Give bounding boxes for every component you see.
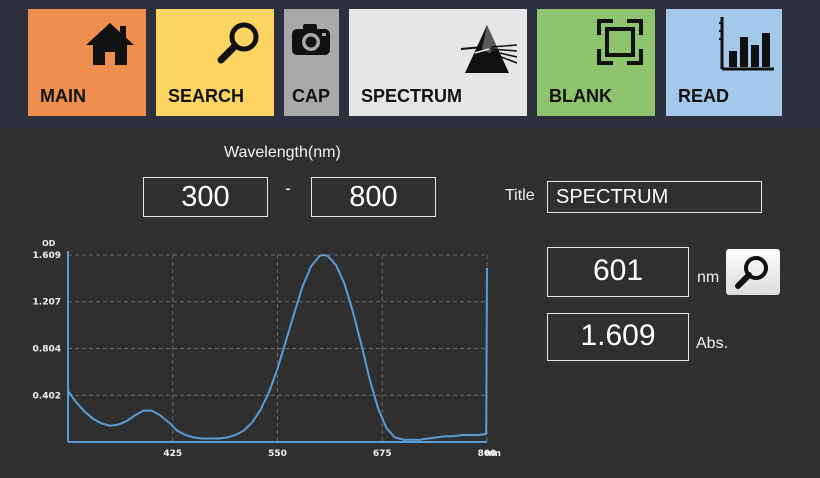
home-icon [86, 23, 134, 65]
nm-unit-label: nm [697, 269, 720, 286]
bar-chart-icon [719, 17, 774, 71]
title-label: Title [505, 187, 535, 204]
blank-button-label: BLANK [549, 86, 612, 106]
y-tick-label: 1.207 [33, 298, 61, 308]
cap-button[interactable]: CAP [284, 9, 339, 116]
spectrum-button[interactable]: SPECTRUM [349, 9, 527, 116]
y-tick-label: 1.609 [33, 251, 61, 261]
wavelength-heading: Wavelength(nm) [224, 144, 341, 161]
absorbance-readout-field: 1.609 [547, 313, 689, 361]
search-button[interactable]: SEARCH [156, 9, 274, 116]
x-axis-label: nm [485, 449, 501, 459]
read-button-label: READ [678, 86, 730, 106]
spectrum-button-label: SPECTRUM [361, 86, 463, 106]
main-button-label: MAIN [40, 86, 86, 106]
search-button-label: SEARCH [168, 86, 245, 106]
x-tick-label: 550 [268, 449, 287, 459]
y-tick-label: 0.804 [33, 345, 61, 355]
wavelength-separator: - [285, 178, 291, 198]
x-tick-label: 675 [373, 449, 392, 459]
wavelength-end-field[interactable]: 800 [311, 177, 436, 217]
find-wavelength-button[interactable] [726, 249, 780, 295]
x-tick-label: 425 [163, 449, 182, 459]
magnifier-icon [217, 22, 259, 64]
frame-corners-icon [597, 19, 643, 65]
read-button[interactable]: READ [666, 9, 782, 116]
wavelength-readout-field[interactable]: 601 [547, 247, 689, 297]
title-field[interactable]: SPECTRUM [547, 181, 762, 213]
y-tick-label: 0.402 [33, 391, 61, 401]
blank-button[interactable]: BLANK [537, 9, 655, 116]
abs-unit-label: Abs. [696, 335, 729, 352]
top-navigation-bar: MAIN SEARCH CAP SPECTRUM BLANK READ [0, 0, 820, 128]
y-axis-label: OD [42, 239, 56, 248]
magnifier-icon [735, 256, 768, 289]
spectrum-plot: 425 550 675 8000.4020.8041.2071.609ODnm [33, 239, 501, 459]
camera-icon [292, 24, 330, 55]
cap-button-label: CAP [292, 86, 331, 106]
main-button[interactable]: MAIN [28, 9, 146, 116]
wavelength-start-field[interactable]: 300 [143, 177, 268, 217]
prism-icon [461, 25, 517, 73]
